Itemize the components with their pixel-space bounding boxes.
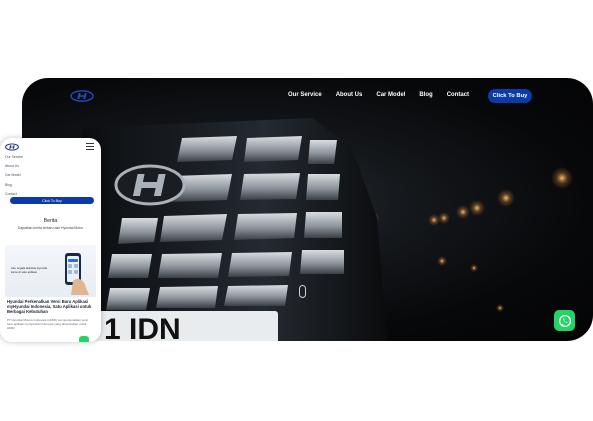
mobile-nav-car-model[interactable]: Car Model [5,171,23,180]
nav-menu: Our Service About Us Car Model Blog Cont… [288,92,483,98]
news-section-subtitle: Dapatkan berita terbaru dari Hyundai Mot… [17,226,84,230]
scroll-mouse-icon[interactable] [299,285,306,298]
whatsapp-icon [558,314,571,327]
mobile-nav-about-us[interactable]: About Us [5,162,23,171]
nav-car-model[interactable]: Car Model [376,92,405,98]
license-plate-text: 1 IDN [104,313,181,341]
nav-about-us[interactable]: About Us [336,92,363,98]
desktop-hero: 1 IDN Our Service About Us Car Model Blo… [22,78,593,341]
hyundai-logo-icon[interactable] [5,143,19,151]
news-section-title: Berita [43,218,58,224]
hyundai-logo-icon[interactable] [70,90,94,102]
mobile-nav-menu: Our Service About Us Car Model Blog Cont… [5,153,23,199]
mobile-preview: Our Service About Us Car Model Blog Cont… [0,138,101,342]
mobile-click-to-buy-button[interactable]: Click To Buy [10,197,94,204]
news-card-image[interactable]: Atur segala aktivitas Hyundai kamu di sa… [5,245,96,297]
news-card-excerpt: PT Hyundai Motors Indonesia (HMID) mempe… [7,318,88,330]
news-card-promo-text: Atur segala aktivitas Hyundai kamu di sa… [11,266,48,274]
hero-car-grille-image: 1 IDN [82,118,573,341]
mobile-nav-blog[interactable]: Blog [5,181,23,190]
news-card-title[interactable]: Hyundai Perkenalkan Versi Baru Aplikasi … [7,299,93,314]
top-navigation: Our Service About Us Car Model Blog Cont… [22,78,593,114]
whatsapp-button[interactable] [554,310,575,331]
mobile-whatsapp-button[interactable] [79,336,89,342]
nav-contact[interactable]: Contact [447,92,469,98]
hamburger-menu-icon[interactable] [86,143,94,150]
nav-our-service[interactable]: Our Service [288,92,322,98]
nav-blog[interactable]: Blog [419,92,432,98]
click-to-buy-button[interactable]: Click To Buy [488,89,532,103]
phone-app-illustration [65,253,89,295]
mobile-nav-our-service[interactable]: Our Service [5,153,23,162]
